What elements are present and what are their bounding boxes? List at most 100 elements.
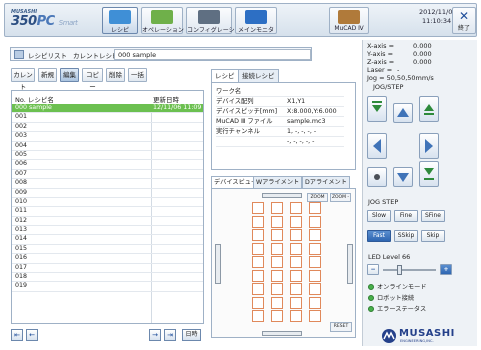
recipe-row[interactable]: 008 <box>12 179 203 189</box>
jog-center-button[interactable] <box>367 167 387 187</box>
device-cell[interactable] <box>271 229 283 241</box>
device-cell[interactable] <box>290 310 302 322</box>
vertical-scroll-left[interactable] <box>215 244 221 284</box>
device-cell[interactable] <box>271 202 283 214</box>
edit-button[interactable]: 編集 <box>60 68 79 82</box>
x-plus-button[interactable] <box>419 133 439 159</box>
zoom-out-button[interactable]: ZOOM - <box>330 193 351 202</box>
recipe-list-link[interactable]: レシピリスト <box>28 50 67 60</box>
recipe-row[interactable]: 002 <box>12 123 203 133</box>
recipe-row[interactable]: 016 <box>12 254 203 264</box>
device-cell[interactable] <box>252 229 264 241</box>
device-cell[interactable] <box>252 310 264 322</box>
y-minus-button[interactable] <box>393 167 413 187</box>
device-cell[interactable] <box>309 310 321 322</box>
toolbar-button-mucad[interactable]: MuCAD Ⅳ <box>329 7 369 34</box>
speed-skip-button[interactable]: Skip <box>421 230 445 242</box>
speed-slow-button[interactable]: Slow <box>367 210 391 222</box>
device-cell[interactable] <box>252 215 264 228</box>
copy-button[interactable]: コピー <box>82 68 103 91</box>
reset-view-button[interactable]: RESET <box>330 322 352 332</box>
device-cell[interactable] <box>290 269 302 282</box>
device-cell[interactable] <box>309 202 321 214</box>
z-up-button[interactable] <box>419 96 439 122</box>
z-bottom-button[interactable] <box>419 161 439 187</box>
recipe-row[interactable]: 006 <box>12 160 203 170</box>
recipe-row[interactable]: 018 <box>12 273 203 283</box>
horizontal-scroll-bottom[interactable] <box>262 331 302 336</box>
device-cell[interactable] <box>271 269 283 282</box>
device-cell[interactable] <box>290 215 302 228</box>
led-slider-thumb[interactable] <box>397 265 403 275</box>
tab-recipe[interactable]: レシピ <box>211 69 239 82</box>
device-cell[interactable] <box>271 296 283 309</box>
recipe-row[interactable]: 004 <box>12 142 203 151</box>
toolbar-button-configuration[interactable]: コンフィグレーション <box>186 7 247 34</box>
recipe-row[interactable]: 007 <box>12 170 203 180</box>
speed-sfine-button[interactable]: SFine <box>421 210 445 222</box>
device-cell[interactable] <box>309 283 321 295</box>
y-plus-button[interactable] <box>393 103 413 123</box>
device-cell[interactable] <box>252 269 264 282</box>
device-cell[interactable] <box>290 229 302 241</box>
led-minus-button[interactable]: − <box>367 264 379 275</box>
next-page-button[interactable]: → <box>149 329 161 341</box>
date-sort-button[interactable]: 日時 <box>182 329 201 341</box>
device-cell[interactable] <box>309 215 321 228</box>
delete-button[interactable]: 削除 <box>106 68 125 82</box>
speed-sskip-button[interactable]: SSkip <box>394 230 418 242</box>
recipe-row[interactable]: 012 <box>12 217 203 227</box>
device-cell[interactable] <box>290 242 302 255</box>
device-cell[interactable] <box>309 269 321 282</box>
device-cell[interactable] <box>252 283 264 295</box>
new-button[interactable]: 新規 <box>38 68 57 82</box>
zoom-in-button[interactable]: ZOOM + <box>307 193 328 207</box>
device-cell[interactable] <box>290 296 302 309</box>
first-page-button[interactable]: ⇤ <box>11 329 23 341</box>
device-cell[interactable] <box>290 202 302 214</box>
device-cell[interactable] <box>290 256 302 268</box>
device-cell[interactable] <box>252 256 264 268</box>
device-cell[interactable] <box>252 242 264 255</box>
led-slider-track[interactable] <box>383 269 436 271</box>
exit-button[interactable]: ✕ 終了 <box>452 7 476 34</box>
toolbar-button-recipe[interactable]: レシピ <box>102 7 138 34</box>
recipe-row[interactable]: 014 <box>12 235 203 245</box>
toolbar-button-main-monitor[interactable]: メインモニタ <box>235 7 277 34</box>
recipe-row[interactable]: 001 <box>12 113 203 123</box>
led-plus-button[interactable]: + <box>440 264 452 275</box>
toolbar-button-operation[interactable]: オペレーション <box>141 7 184 34</box>
device-cell[interactable] <box>271 256 283 268</box>
tab-d-alignment[interactable]: Dアライメント <box>302 176 350 188</box>
current-button[interactable]: カレント <box>11 68 35 91</box>
recipe-row[interactable]: 005 <box>12 151 203 161</box>
recipe-row[interactable]: 009 <box>12 189 203 198</box>
x-minus-button[interactable] <box>367 133 387 159</box>
speed-fast-button[interactable]: Fast <box>367 230 391 242</box>
device-cell[interactable] <box>271 242 283 255</box>
speed-fine-button[interactable]: Fine <box>394 210 418 222</box>
z-down-button[interactable] <box>367 96 387 122</box>
recipe-row[interactable]: 019 <box>12 282 203 292</box>
recipe-row[interactable]: 017 <box>12 264 203 274</box>
batch-button[interactable]: 一括 <box>128 68 147 82</box>
recipe-row[interactable]: 000 sample 12/11/06 11:09 <box>12 104 203 114</box>
device-cell[interactable] <box>309 242 321 255</box>
vertical-scroll-right[interactable] <box>347 244 353 284</box>
device-cell[interactable] <box>252 202 264 214</box>
horizontal-scroll-top[interactable] <box>262 193 302 198</box>
tab-linked-recipe[interactable]: 接続レシピ <box>238 69 279 82</box>
device-cell[interactable] <box>309 296 321 309</box>
device-cell[interactable] <box>271 310 283 322</box>
last-page-button[interactable]: ⇥ <box>164 329 176 341</box>
prev-page-button[interactable]: ← <box>26 329 38 341</box>
recipe-row[interactable]: 010 <box>12 198 203 208</box>
recipe-row[interactable]: 013 <box>12 226 203 236</box>
tab-w-alignment[interactable]: Wアライメント <box>253 176 303 188</box>
recipe-row[interactable]: 011 <box>12 207 203 217</box>
recipe-row[interactable]: 015 <box>12 245 203 255</box>
device-cell[interactable] <box>271 283 283 295</box>
device-cell[interactable] <box>271 215 283 228</box>
recipe-row[interactable]: 003 <box>12 132 203 142</box>
device-cell[interactable] <box>309 229 321 241</box>
